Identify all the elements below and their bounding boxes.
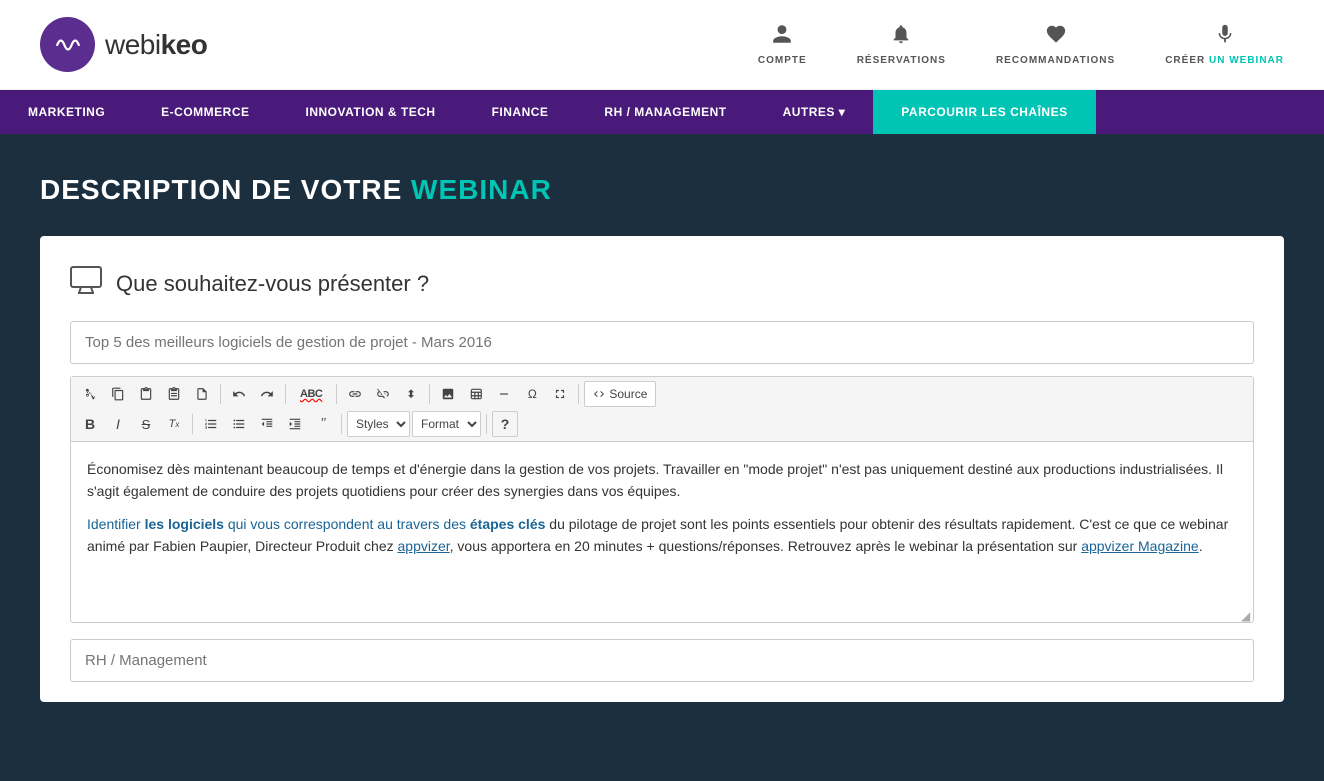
undo-button[interactable] (226, 381, 252, 407)
cut-button[interactable] (77, 381, 103, 407)
category-navbar: MARKETING E-COMMERCE INNOVATION & TECH F… (0, 90, 1324, 134)
nav-reservations[interactable]: RÉSERVATIONS (857, 23, 946, 66)
toolbar-sep-6 (192, 414, 193, 434)
paste-word-button[interactable] (189, 381, 215, 407)
nav-parcourir[interactable]: PARCOURIR LES CHAÎNES (873, 90, 1095, 134)
card-question-area: Que souhaitez-vous présenter ? (70, 266, 1254, 301)
editor-link-appvizer[interactable]: appvizer (398, 538, 450, 554)
help-button[interactable]: ? (492, 411, 518, 437)
nav-reservations-label: RÉSERVATIONS (857, 55, 946, 66)
page-title: DESCRIPTION DE VOTRE WEBINAR (40, 174, 1284, 206)
unlink-button[interactable] (370, 381, 396, 407)
ordered-list-button[interactable] (198, 411, 224, 437)
logo-icon (40, 17, 95, 72)
toolbar-sep-3 (336, 384, 337, 404)
nav-ecommerce[interactable]: E-COMMERCE (133, 90, 277, 134)
bold-button[interactable]: B (77, 411, 103, 437)
page-title-highlight: WEBINAR (411, 174, 552, 205)
logo-text: webikeo (105, 29, 207, 61)
nav-compte-label: COMPTE (758, 55, 807, 66)
source-button[interactable]: Source (584, 381, 656, 407)
increase-indent-button[interactable] (282, 411, 308, 437)
toolbar-row-2: B I S Tx (77, 411, 1247, 437)
spellcheck-button[interactable]: ABС (291, 381, 331, 407)
strikethrough-button[interactable]: S (133, 411, 159, 437)
format-dropdown[interactable]: Format (412, 411, 481, 437)
page-title-normal: DESCRIPTION DE VOTRE (40, 174, 411, 205)
person-icon (771, 23, 793, 51)
clear-format-button[interactable]: Tx (161, 411, 187, 437)
copy-button[interactable] (105, 381, 131, 407)
styles-dropdown[interactable]: Styles (347, 411, 410, 437)
nav-creer[interactable]: CRÉER UN WEBINAR (1165, 23, 1284, 66)
webinar-title-input[interactable] (70, 321, 1254, 364)
resize-handle[interactable]: ◢ (1241, 610, 1251, 620)
logo[interactable]: webikeo (40, 17, 207, 72)
header-nav: COMPTE RÉSERVATIONS RECOMMANDATIONS CRÉE… (758, 23, 1284, 66)
table-button[interactable] (463, 381, 489, 407)
editor-paragraph-2: Identifier les logiciels qui vous corres… (87, 513, 1237, 558)
toolbar-sep-4 (429, 384, 430, 404)
nav-creer-label: CRÉER UN WEBINAR (1165, 55, 1284, 66)
page-content: DESCRIPTION DE VOTRE WEBINAR Que souhait… (0, 134, 1324, 781)
nav-recommandations[interactable]: RECOMMANDATIONS (996, 23, 1115, 66)
editor-bold-etapes: étapes clés (470, 516, 546, 532)
hr-button[interactable] (491, 381, 517, 407)
paste-button[interactable] (133, 381, 159, 407)
nav-autres[interactable]: AUTRES ▾ (755, 90, 874, 134)
source-label: Source (609, 387, 647, 401)
toolbar-sep-8 (486, 414, 487, 434)
monitor-icon (70, 266, 102, 301)
editor-text-blue: Identifier les logiciels qui vous corres… (87, 516, 545, 532)
unordered-list-button[interactable] (226, 411, 252, 437)
category-input[interactable] (70, 639, 1254, 682)
mic-icon (1214, 23, 1236, 51)
heart-icon (1045, 23, 1067, 51)
nav-compte[interactable]: COMPTE (758, 23, 807, 66)
nav-marketing[interactable]: MARKETING (0, 90, 133, 134)
special-char-button[interactable]: Ω (519, 381, 545, 407)
editor-bold-logiciels: les logiciels (145, 516, 224, 532)
paste-plain-button[interactable] (161, 381, 187, 407)
toolbar-sep-2 (285, 384, 286, 404)
toolbar-sep-1 (220, 384, 221, 404)
blockquote-button[interactable]: " (310, 411, 336, 437)
bell-icon (890, 23, 912, 51)
toolbar-row-1: ABС (77, 381, 1247, 407)
link-button[interactable] (342, 381, 368, 407)
nav-finance[interactable]: FINANCE (464, 90, 577, 134)
redo-button[interactable] (254, 381, 280, 407)
editor-toolbar: ABС (71, 377, 1253, 442)
toolbar-sep-5 (578, 384, 579, 404)
form-card: Que souhaitez-vous présenter ? (40, 236, 1284, 702)
nav-innovation[interactable]: INNOVATION & TECH (278, 90, 464, 134)
italic-button[interactable]: I (105, 411, 131, 437)
nav-recommandations-label: RECOMMANDATIONS (996, 55, 1115, 66)
editor-link-appvizer-magazine[interactable]: appvizer Magazine (1081, 538, 1199, 554)
editor-paragraph-1: Économisez dès maintenant beaucoup de te… (87, 458, 1237, 503)
maximize-button[interactable] (547, 381, 573, 407)
decrease-indent-button[interactable] (254, 411, 280, 437)
anchor-button[interactable] (398, 381, 424, 407)
image-button[interactable] (435, 381, 461, 407)
rich-text-editor: ABС (70, 376, 1254, 623)
toolbar-sep-7 (341, 414, 342, 434)
nav-creer-highlight: UN WEBINAR (1209, 55, 1284, 66)
card-question-text: Que souhaitez-vous présenter ? (116, 271, 429, 297)
nav-rh[interactable]: RH / MANAGEMENT (576, 90, 754, 134)
editor-content[interactable]: Économisez dès maintenant beaucoup de te… (71, 442, 1253, 622)
site-header: webikeo COMPTE RÉSERVATIONS RECOMMANDATI… (0, 0, 1324, 90)
